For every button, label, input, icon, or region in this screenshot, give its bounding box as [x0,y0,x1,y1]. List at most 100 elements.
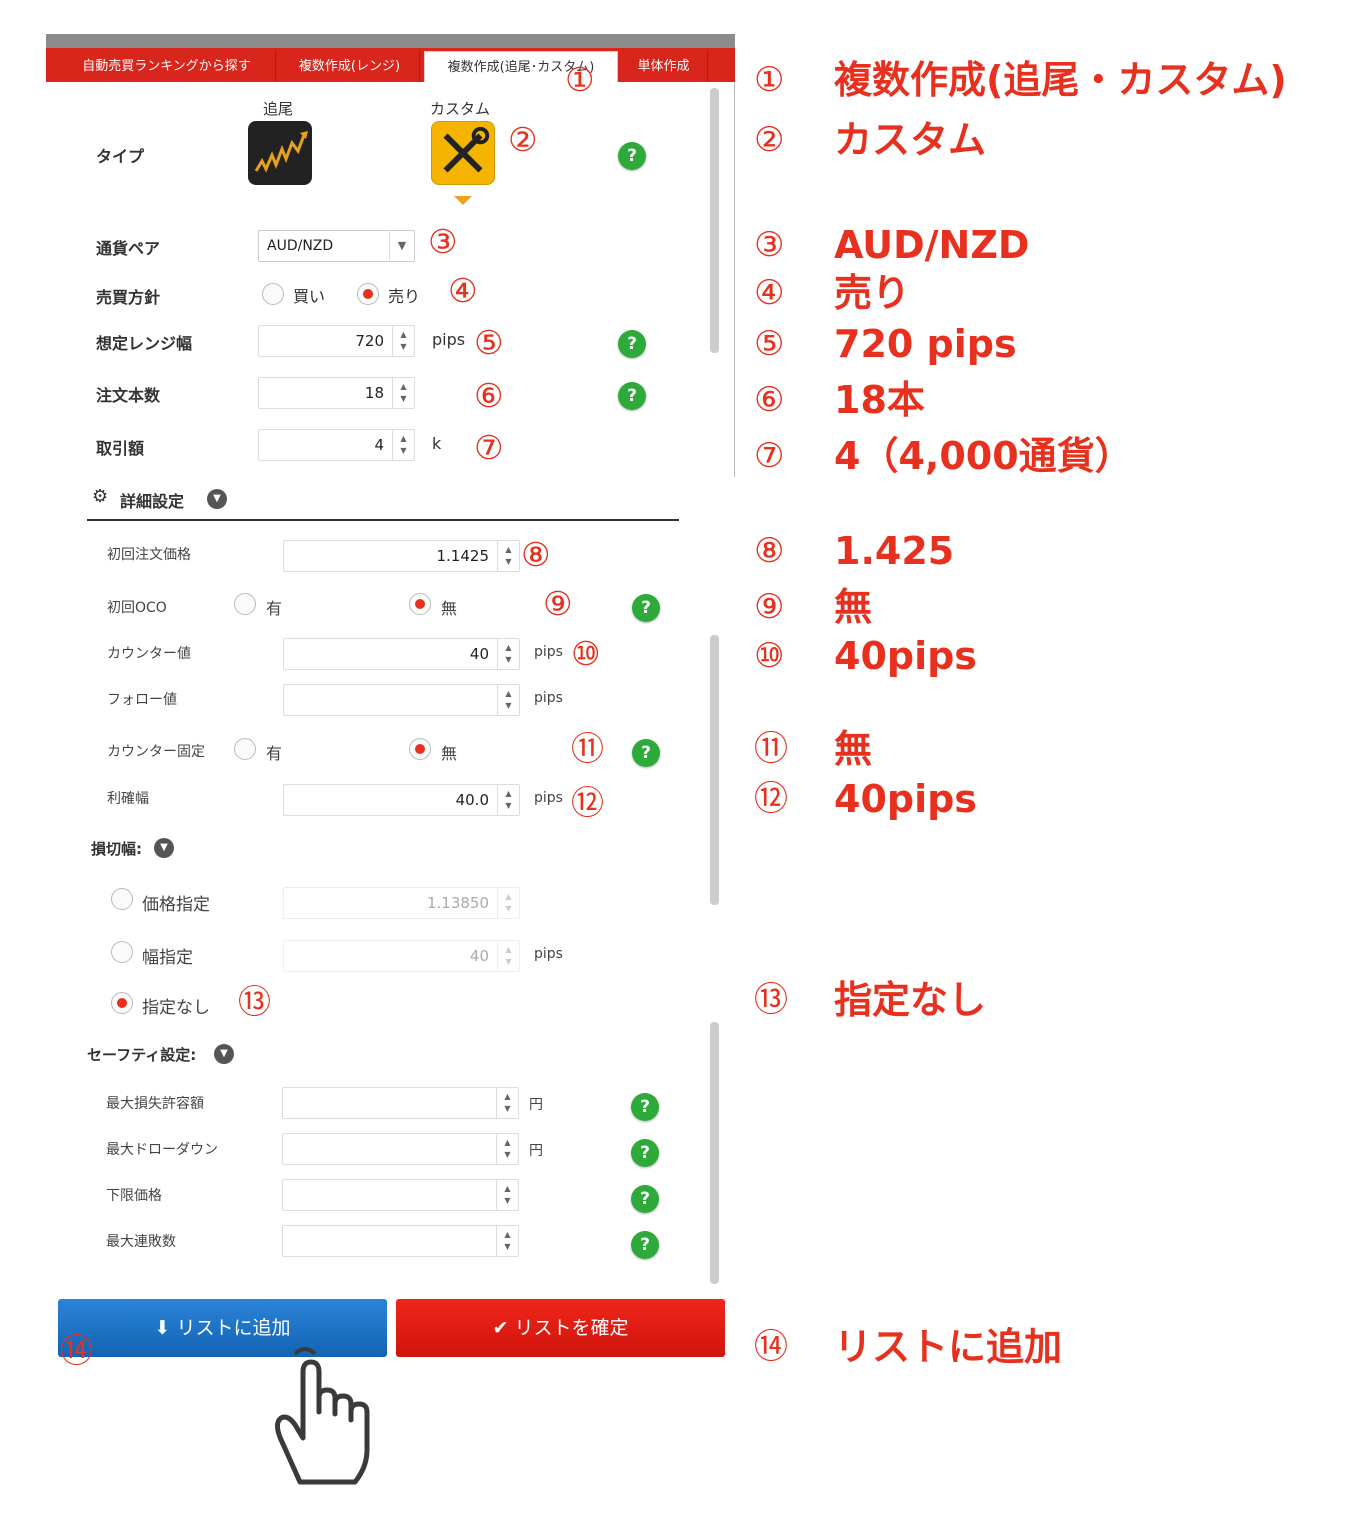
spinner-icon[interactable]: ▲ ▼ [392,430,414,460]
help-icon[interactable]: ? [618,382,646,410]
currency-label: 通貨ペア [96,239,161,258]
panel-border [734,82,735,477]
annotation-text-7: 4（4,000通貨） [834,434,1133,478]
help-icon[interactable]: ? [618,142,646,170]
max-losses-label: 最大連敗数 [106,1234,176,1250]
annotation-text-9: 無 [834,585,873,629]
max-losses-input[interactable]: ▲ ▼ [282,1225,519,1257]
spinner-icon[interactable]: ▲ ▼ [497,785,519,815]
annotation-text-5: 720 pips [834,322,1017,366]
help-icon[interactable]: ? [632,739,660,767]
spinner-icon[interactable]: ▲ ▼ [497,685,519,715]
spinner-icon[interactable]: ▲ ▼ [392,326,414,356]
type-trail-label: 追尾 [263,100,294,118]
help-icon[interactable]: ? [631,1185,659,1213]
range-unit: pips [432,330,466,349]
annotation-text-3: AUD/NZD [834,223,1030,267]
marker-1: ① [565,60,595,99]
counter-label: カウンター値 [107,646,191,662]
marker-6: ⑥ [474,376,504,415]
radio-price-specify[interactable] [111,888,133,910]
marker-13: ⑬ [238,982,271,1021]
radio-sell[interactable] [357,283,379,305]
annotation-text-10: 40pips [834,634,977,678]
marker-8: ⑧ [521,535,551,574]
tools-icon[interactable] [431,121,495,185]
help-icon[interactable]: ? [618,330,646,358]
tab-single[interactable]: 単体作成 [620,51,708,82]
divider [87,519,679,521]
spinner-icon[interactable]: ▲ ▼ [497,541,519,571]
help-icon[interactable]: ? [631,1093,659,1121]
marker-14: ⑭ [60,1331,93,1370]
annotation-num-13: ⑬ [754,980,788,1020]
marker-2: ② [508,120,538,159]
stoploss-price-input[interactable]: 1.13850 ▲ ▼ [283,887,520,919]
first-oco-label: 初回OCO [107,600,167,616]
annotation-num-5: ⑤ [754,324,785,364]
radio-buy[interactable] [262,283,284,305]
scrollbar-thumb[interactable] [710,1022,719,1284]
max-drawdown-input[interactable]: ▲ ▼ [282,1133,519,1165]
marker-9: ⑨ [543,584,573,623]
help-icon[interactable]: ? [631,1231,659,1259]
trend-chart-icon[interactable] [248,121,312,185]
max-drawdown-label: 最大ドローダウン [106,1142,218,1158]
first-price-input[interactable]: 1.1425 ▲ ▼ [283,540,520,572]
radio-oco-yes[interactable] [234,593,256,615]
safety-label: セーフティ設定: [87,1046,197,1064]
max-loss-label: 最大損失許容額 [106,1096,204,1112]
tab-ranking[interactable]: 自動売買ランキングから探す [58,51,276,82]
confirm-list-button[interactable]: ✔ リストを確定 [396,1299,725,1357]
max-loss-input[interactable]: ▲ ▼ [282,1087,519,1119]
help-icon[interactable]: ? [631,1139,659,1167]
annotation-num-6: ⑥ [754,380,785,420]
buy-label: 買い [293,287,326,306]
annotation-text-8: 1.425 [834,529,955,573]
radio-oco-no[interactable] [409,593,431,615]
spinner-icon[interactable]: ▲ ▼ [497,639,519,669]
chevron-down-icon[interactable]: ▼ [207,489,227,509]
counter-unit: pips [534,644,563,660]
follow-input[interactable]: ▲ ▼ [283,684,520,716]
tab-multi-range[interactable]: 複数作成(レンジ) [280,51,420,82]
radio-counter-fix-no[interactable] [409,738,431,760]
oco-yes-label: 有 [266,599,283,618]
marker-10: ⑩ [571,634,601,673]
scrollbar-thumb[interactable] [710,88,719,353]
currency-select[interactable]: AUD/NZD ▼ [258,230,415,262]
radio-counter-fix-yes[interactable] [234,738,256,760]
counter-input[interactable]: 40 ▲ ▼ [283,638,520,670]
counter-fix-label: カウンター固定 [107,744,205,760]
chevron-down-icon[interactable]: ▼ [214,1044,234,1064]
chevron-down-icon[interactable]: ▼ [389,231,414,261]
lower-price-input[interactable]: ▲ ▼ [282,1179,519,1211]
annotation-text-14: リストに追加 [834,1325,1063,1369]
scrollbar-thumb[interactable] [710,635,719,905]
follow-label: フォロー値 [107,692,177,708]
amount-input[interactable]: 4 ▲ ▼ [258,429,415,461]
arrow-down-icon: ⬇ [154,1317,177,1339]
stoploss-width-input[interactable]: 40 ▲ ▼ [283,940,520,972]
annotation-num-12: ⑫ [754,779,788,819]
none-label: 指定なし [142,998,210,1018]
marker-4: ④ [448,271,478,310]
marker-3: ③ [428,222,458,261]
orders-input[interactable]: 18 ▲ ▼ [258,377,415,409]
detail-label[interactable]: 詳細設定 [120,488,184,512]
type-label: タイプ [96,147,145,166]
counter-fix-no-label: 無 [441,744,458,763]
annotation-text-13: 指定なし [834,978,987,1022]
help-icon[interactable]: ? [632,594,660,622]
range-input[interactable]: 720 ▲ ▼ [258,325,415,357]
annotation-num-9: ⑨ [754,587,785,627]
chevron-down-icon[interactable]: ▼ [154,838,174,858]
radio-width-specify[interactable] [111,941,133,963]
spinner-icon[interactable]: ▲ ▼ [392,378,414,408]
radio-none[interactable] [111,992,133,1014]
profit-input[interactable]: 40.0 ▲ ▼ [283,784,520,816]
annotation-num-7: ⑦ [754,436,785,476]
hand-pointer-icon [275,1347,370,1485]
annotation-num-1: ① [754,60,785,100]
annotation-num-2: ② [754,120,785,160]
